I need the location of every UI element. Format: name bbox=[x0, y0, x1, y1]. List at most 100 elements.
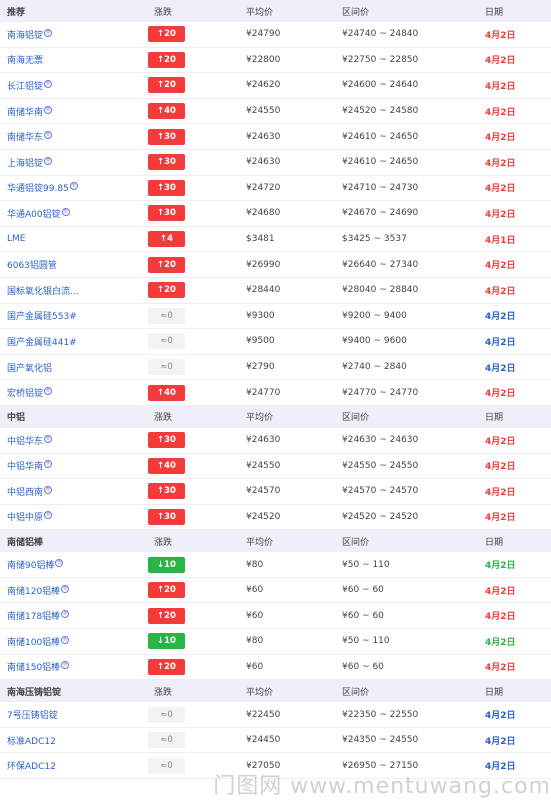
avg-price: ¥80 bbox=[246, 559, 264, 570]
table-row[interactable]: 南储华东 ® ↑30 ¥24630 ¥24610 ~ 24650 4月2日 bbox=[0, 124, 551, 150]
date-value: 4月2日 bbox=[485, 711, 516, 722]
range-price: ¥50 ~ 110 bbox=[342, 559, 390, 570]
avg-price: ¥24630 bbox=[246, 131, 281, 142]
product-cell: 长江铝锭 ® bbox=[0, 79, 148, 92]
registered-mark-icon: ® bbox=[61, 207, 70, 216]
date-value: 4月2日 bbox=[485, 261, 516, 272]
table-row[interactable]: LME ↑4 $3481 $3425 ~ 3537 4月1日 bbox=[0, 227, 551, 253]
table-row[interactable]: 宏桥铝锭 ® ↑40 ¥24770 ¥24770 ~ 24770 4月2日 bbox=[0, 380, 551, 406]
date-value: 4月2日 bbox=[485, 736, 516, 747]
product-name-link[interactable]: 南储120铝棒 bbox=[7, 587, 60, 597]
change-badge: ↑30 bbox=[148, 483, 185, 500]
product-name-link[interactable]: 中铝华东 bbox=[7, 437, 43, 447]
product-name-link[interactable]: 标准ADC12 bbox=[7, 737, 56, 747]
date-value: 4月2日 bbox=[485, 30, 516, 41]
product-name-link[interactable]: 宏桥铝锭 bbox=[7, 389, 43, 399]
table-row[interactable]: 南储178铝棒 ® ↑20 ¥60 ¥60 ~ 60 4月2日 bbox=[0, 603, 551, 630]
change-cell: ↑4 bbox=[148, 231, 246, 248]
product-name-link[interactable]: 南储华南 bbox=[7, 108, 43, 118]
registered-mark-icon: ® bbox=[44, 511, 53, 520]
date-value: 4月2日 bbox=[485, 184, 516, 195]
product-name-link[interactable]: 中铝西南 bbox=[7, 488, 43, 498]
avg-price: ¥60 bbox=[246, 585, 264, 596]
table-row[interactable]: 长江铝锭 ® ↑20 ¥24620 ¥24600 ~ 24640 4月2日 bbox=[0, 73, 551, 99]
table-row[interactable]: 南储150铝棒 ® ↑20 ¥60 ¥60 ~ 60 4月2日 bbox=[0, 655, 551, 681]
product-cell: 华通A00铝锭 ® bbox=[0, 207, 148, 220]
product-name-link[interactable]: 南储华东 bbox=[7, 133, 43, 143]
table-row[interactable]: 南储华南 ® ↑40 ¥24550 ¥24520 ~ 24580 4月2日 bbox=[0, 99, 551, 125]
change-cell: ↑30 bbox=[148, 432, 246, 449]
product-name-link[interactable]: 国产金属硅553# bbox=[7, 312, 77, 322]
product-name-link[interactable]: 华通铝锭99.85 bbox=[7, 184, 69, 194]
product-name-link[interactable]: 上海铝锭 bbox=[7, 159, 43, 169]
price-table: 推荐 涨跌 平均价 区间价 日期 南海铝锭 ® ↑20 ¥24790 ¥24740 ~ 24840… bbox=[0, 0, 551, 780]
section-header: 中铝 涨跌 平均价 区间价 日期 bbox=[0, 405, 551, 428]
product-name-link[interactable]: 中铝中原 bbox=[7, 513, 43, 523]
avg-price: ¥24550 bbox=[246, 460, 281, 471]
table-row[interactable]: 7号压铸铝锭 ≈0 ¥22450 ¥22350 ~ 22550 4月2日 bbox=[0, 702, 551, 728]
change-badge: ≈0 bbox=[148, 706, 185, 723]
avg-price: ¥24520 bbox=[246, 511, 281, 522]
table-row[interactable]: 华通铝锭99.85 ® ↑30 ¥24720 ¥24710 ~ 24730 4月2日 bbox=[0, 176, 551, 202]
range-price: ¥24520 ~ 24520 bbox=[342, 511, 419, 522]
product-name-link[interactable]: 中铝华南 bbox=[7, 462, 43, 472]
range-price: ¥24570 ~ 24570 bbox=[342, 486, 419, 497]
product-name-link[interactable]: 南海铝锭 bbox=[7, 31, 43, 41]
registered-mark-icon: ® bbox=[44, 434, 53, 443]
product-cell: 南储100铝棒 ® bbox=[0, 635, 148, 648]
product-name-link[interactable]: 南储90铝棒 bbox=[7, 561, 54, 571]
table-row[interactable]: 中铝华东 ® ↑30 ¥24630 ¥24630 ~ 24630 4月2日 bbox=[0, 428, 551, 454]
product-name-link[interactable]: 环保ADC12 bbox=[7, 762, 56, 772]
product-name-link[interactable]: LME bbox=[7, 234, 25, 244]
table-row[interactable]: 南海无票 ↑20 ¥22800 ¥22750 ~ 22850 4月2日 bbox=[0, 48, 551, 74]
table-row[interactable]: 中铝华南 ® ↑40 ¥24550 ¥24550 ~ 24550 4月2日 bbox=[0, 454, 551, 480]
range-price: ¥24520 ~ 24580 bbox=[342, 106, 419, 117]
change-badge: ↑30 bbox=[148, 128, 185, 145]
product-name-link[interactable]: 国产氧化铝 bbox=[7, 364, 52, 374]
change-cell: ↑40 bbox=[148, 457, 246, 474]
product-name-link[interactable]: 国标氧化银白流... bbox=[7, 287, 79, 297]
product-name-link[interactable]: 6063铝圆管 bbox=[7, 261, 57, 271]
table-row[interactable]: 标准ADC12 ≈0 ¥24450 ¥24350 ~ 24550 4月2日 bbox=[0, 728, 551, 754]
table-row[interactable]: 中铝西南 ® ↑30 ¥24570 ¥24570 ~ 24570 4月2日 bbox=[0, 479, 551, 505]
product-name-link[interactable]: 长江铝锭 bbox=[7, 82, 43, 92]
product-name-link[interactable]: 南储178铝棒 bbox=[7, 612, 60, 622]
table-row[interactable]: 国产氧化铝 ≈0 ¥2790 ¥2740 ~ 2840 4月2日 bbox=[0, 355, 551, 381]
range-price: ¥26640 ~ 27340 bbox=[342, 259, 419, 270]
table-row[interactable]: 南储100铝棒 ® ↓10 ¥80 ¥50 ~ 110 4月2日 bbox=[0, 629, 551, 655]
registered-mark-icon: ® bbox=[44, 28, 53, 37]
table-row[interactable]: 南海铝锭 ® ↑20 ¥24790 ¥24740 ~ 24840 4月2日 bbox=[0, 22, 551, 48]
product-name-link[interactable]: 南海无票 bbox=[7, 56, 43, 66]
change-cell: ↓10 bbox=[148, 556, 246, 573]
date-value: 4月2日 bbox=[485, 363, 516, 374]
change-cell: ↑20 bbox=[148, 282, 246, 299]
avg-price: ¥26990 bbox=[246, 259, 281, 270]
product-name-link[interactable]: 南储150铝棒 bbox=[7, 663, 60, 673]
product-name-link[interactable]: 南储100铝棒 bbox=[7, 638, 60, 648]
table-row[interactable]: 国标氧化银白流... ↑20 ¥28440 ¥28040 ~ 28840 4月2日 bbox=[0, 278, 551, 304]
product-name-link[interactable]: 国产金属硅441# bbox=[7, 338, 77, 348]
range-price: ¥2740 ~ 2840 bbox=[342, 362, 407, 373]
column-header-range: 区间价 bbox=[342, 537, 370, 548]
change-cell: ↑20 bbox=[148, 607, 246, 624]
range-price: ¥22750 ~ 22850 bbox=[342, 54, 419, 65]
change-badge: ≈0 bbox=[148, 359, 185, 376]
table-row[interactable]: 南储90铝棒 ® ↓10 ¥80 ¥50 ~ 110 4月2日 bbox=[0, 552, 551, 578]
table-row[interactable]: 南储120铝棒 ® ↑20 ¥60 ¥60 ~ 60 4月2日 bbox=[0, 578, 551, 604]
table-row[interactable]: 华通A00铝锭 ® ↑30 ¥24680 ¥24670 ~ 24690 4月2日 bbox=[0, 201, 551, 227]
registered-mark-icon: ® bbox=[61, 635, 70, 644]
product-name-link[interactable]: 7号压铸铝锭 bbox=[7, 711, 58, 721]
table-row[interactable]: 国产金属硅553# ≈0 ¥9300 ¥9200 ~ 9400 4月2日 bbox=[0, 304, 551, 330]
table-row[interactable]: 6063铝圆管 ↑20 ¥26990 ¥26640 ~ 27340 4月2日 bbox=[0, 252, 551, 278]
date-value: 4月2日 bbox=[485, 286, 516, 297]
date-value: 4月2日 bbox=[485, 133, 516, 144]
column-header-change: 涨跌 bbox=[154, 413, 173, 424]
avg-price: ¥80 bbox=[246, 636, 264, 647]
table-row[interactable]: 中铝中原 ® ↑30 ¥24520 ¥24520 ~ 24520 4月2日 bbox=[0, 505, 551, 531]
table-row[interactable]: 上海铝锭 ® ↑30 ¥24630 ¥24610 ~ 24650 4月2日 bbox=[0, 150, 551, 176]
table-row[interactable]: 国产金属硅441# ≈0 ¥9500 ¥9400 ~ 9600 4月2日 bbox=[0, 329, 551, 355]
change-badge: ↑20 bbox=[148, 582, 185, 599]
avg-price: ¥24790 bbox=[246, 29, 281, 40]
registered-mark-icon: ® bbox=[61, 661, 70, 670]
product-name-link[interactable]: 华通A00铝锭 bbox=[7, 210, 61, 220]
